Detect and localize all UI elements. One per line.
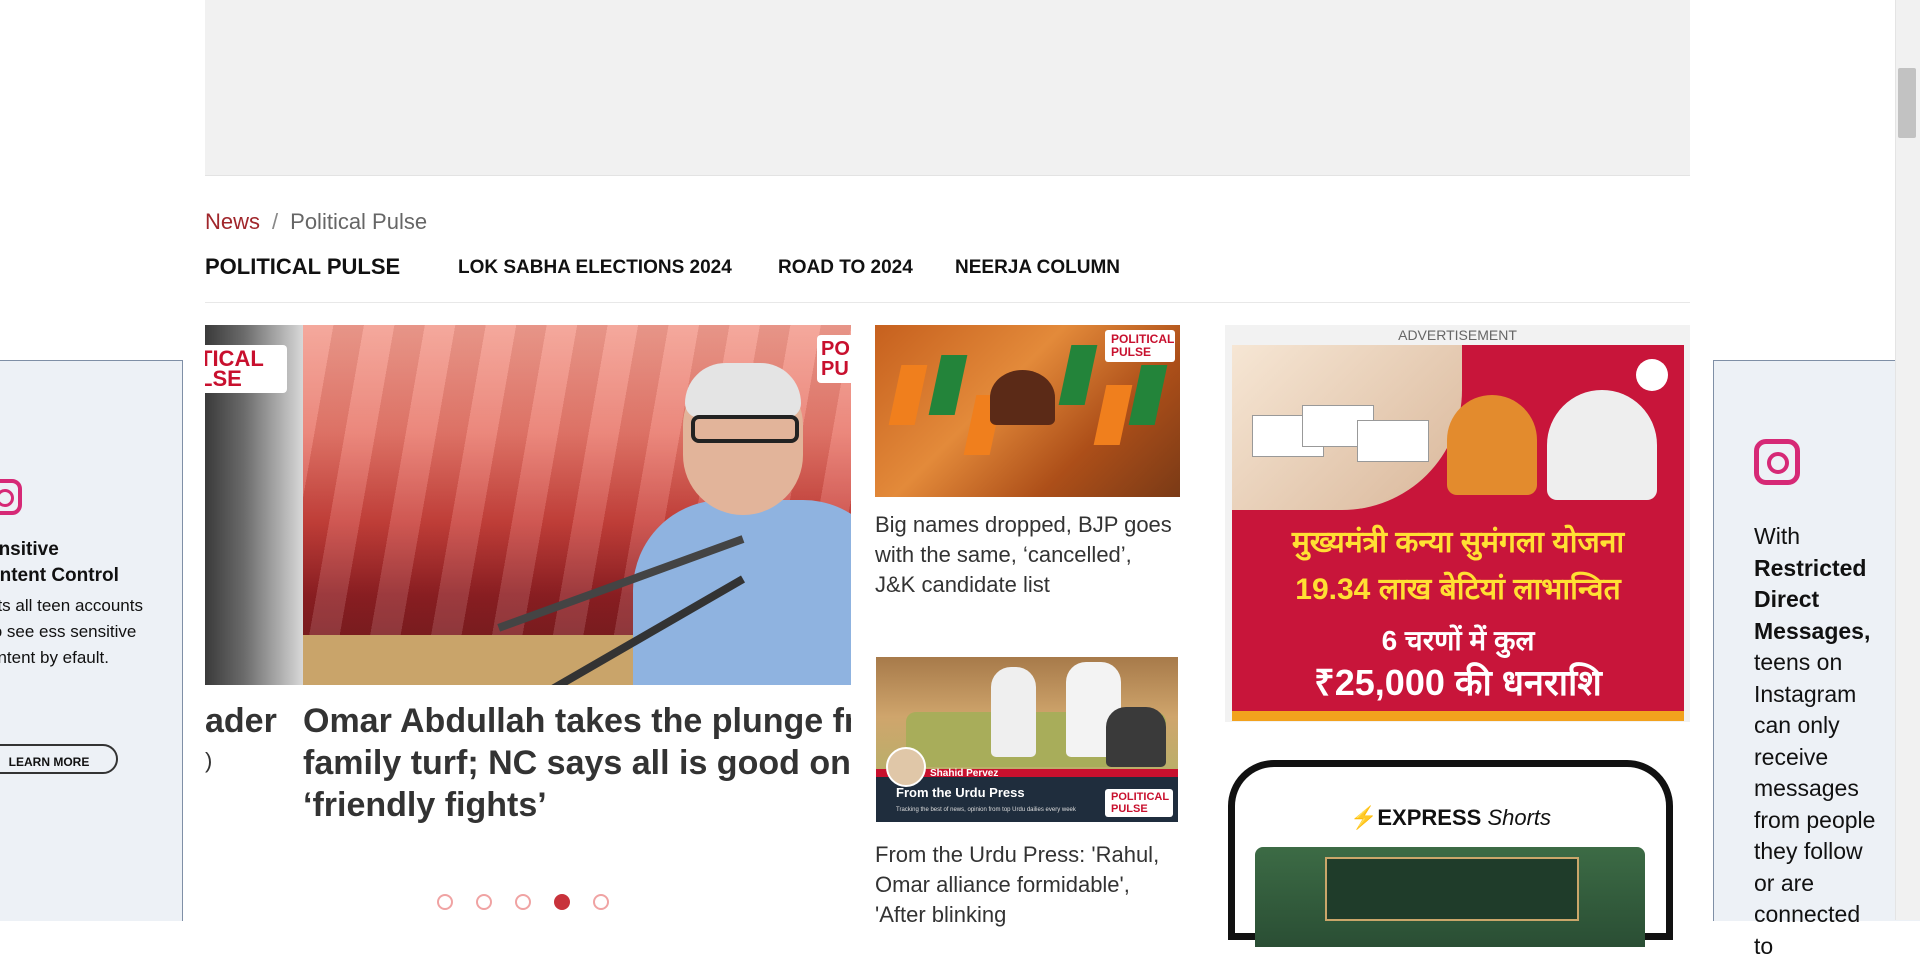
title-line: Omar Abdullah takes the plunge fr	[303, 702, 851, 740]
carousel-dot[interactable]	[476, 894, 492, 910]
side-ad-bold: Restricted Direct Messages,	[1754, 554, 1871, 644]
flag	[1058, 345, 1098, 405]
carousel-dot[interactable]	[554, 894, 570, 910]
carousel-dot[interactable]	[593, 894, 609, 910]
title-line: family turf; NC says all is good on	[303, 744, 851, 782]
political-pulse-watermark: POLITICAL PULSE	[1105, 330, 1175, 362]
side-ad-body: With Restricted Direct Messages, teens o…	[1754, 521, 1884, 962]
bolt-icon: ⚡	[1349, 805, 1378, 830]
side-ad-title-line: ensitive	[0, 539, 59, 560]
top-ad-placeholder	[205, 0, 1690, 176]
top-stories-carousel: TICAL LSE PO PU ader ) Omar Abdullah tak…	[205, 325, 851, 925]
story-title[interactable]: From the Urdu Press: 'Rahul, Omar allian…	[875, 840, 1175, 930]
advertisement-label: ADVERTISEMENT	[1398, 327, 1517, 343]
side-ad-body: ets all teen accounts to see ess sensiti…	[0, 596, 143, 667]
speaker-shirt	[633, 500, 851, 685]
side-ad-title-line: ontent Control	[0, 565, 119, 586]
breadcrumb-separator: /	[272, 209, 279, 234]
ad-text: 6 चरणों में कुल	[1381, 625, 1535, 656]
story-title[interactable]: Big names dropped, BJP goes with the sam…	[875, 510, 1175, 600]
flag	[1128, 365, 1168, 425]
column-title: From the Urdu Press	[896, 785, 1025, 800]
learn-more-button[interactable]: LEARN MORE	[0, 744, 118, 774]
carousel-dot[interactable]	[437, 894, 453, 910]
side-ad-title: ensitive ontent Control	[0, 537, 178, 589]
express-shorts-logo: ⚡EXPRESS Shorts	[1235, 805, 1666, 831]
political-pulse-watermark: TICAL LSE	[205, 345, 287, 393]
ad-subheadline: 19.34 लाख बेटियां लाभान्वित	[1295, 573, 1621, 606]
scrollbar-thumb[interactable]	[1898, 68, 1916, 138]
lotus-symbol	[990, 370, 1055, 425]
breadcrumb-current: Political Pulse	[290, 209, 428, 234]
shorts-video-thumbnail[interactable]	[1255, 847, 1645, 947]
ad-portrait	[1547, 390, 1657, 500]
classroom-board	[1325, 857, 1579, 921]
story-image-bjp-rally[interactable]: POLITICAL PULSE	[875, 325, 1180, 497]
flag	[928, 355, 968, 415]
brand-name: EXPRESS	[1377, 805, 1482, 830]
advertisement-creative[interactable]: मुख्यमंत्री कन्या सुमंगला योजना 19.34 ला…	[1232, 345, 1684, 721]
ad-headline: मुख्यमंत्री कन्या सुमंगला योजना	[1291, 526, 1625, 559]
right-side-instagram-ad[interactable]: With Restricted Direct Messages, teens o…	[1713, 360, 1920, 959]
breadcrumb: News / Political Pulse	[205, 209, 427, 235]
nav-link-lok-sabha-elections-2024[interactable]: LOK SABHA ELECTIONS 2024	[458, 257, 732, 279]
political-pulse-watermark: PO PU	[817, 335, 851, 383]
page-scrollbar[interactable]	[1895, 0, 1920, 920]
carousel-prev-slide-title[interactable]: ader	[205, 700, 295, 742]
ad-amount: ₹25,000 की धनराशि	[1314, 662, 1602, 703]
speaker-glasses	[691, 415, 799, 443]
nav-link-neerja-column[interactable]: NEERJA COLUMN	[955, 257, 1120, 279]
title-line: ‘friendly fights’	[303, 786, 547, 824]
person	[1106, 707, 1166, 767]
left-side-instagram-ad[interactable]: ensitive ontent Control ets all teen acc…	[0, 360, 183, 921]
carousel-prev-slide-subtitle: )	[205, 748, 213, 773]
nav-link-road-to-2024[interactable]: ROAD TO 2024	[778, 257, 913, 279]
side-ad-text: teens on Instagram can only receive mess…	[1754, 649, 1876, 959]
advertisement-box: ADVERTISEMENT मुख्यमंत्री कन्या सुमंगला …	[1225, 325, 1690, 722]
cheque	[1357, 420, 1429, 462]
person	[991, 667, 1036, 757]
carousel-main-slide-image[interactable]: PO PU	[303, 325, 851, 685]
instagram-icon	[1754, 439, 1800, 485]
instagram-icon	[0, 479, 22, 515]
carousel-main-slide-title[interactable]: Omar Abdullah takes the plunge fr family…	[303, 700, 851, 826]
emblem-icon	[1636, 359, 1668, 391]
flag	[1093, 385, 1133, 445]
ad-footer-strip	[1232, 711, 1684, 721]
carousel-dot[interactable]	[515, 894, 531, 910]
section-nav: POLITICAL PULSE LOK SABHA ELECTIONS 2024…	[205, 252, 1690, 303]
columnist-name: Shahid Pervez	[930, 768, 999, 779]
story-image-urdu-press[interactable]: Shahid Pervez From the Urdu Press Tracki…	[876, 657, 1178, 822]
carousel-prev-slide-image[interactable]: TICAL LSE	[205, 325, 303, 685]
section-title[interactable]: POLITICAL PULSE	[205, 254, 400, 280]
ad-portrait	[1447, 395, 1537, 495]
columnist-avatar	[886, 747, 926, 787]
speaker-hair	[685, 363, 801, 418]
flag	[888, 365, 928, 425]
side-ad-intro: With	[1754, 523, 1800, 549]
brand-suffix: Shorts	[1487, 805, 1552, 830]
express-shorts-widget[interactable]: ⚡EXPRESS Shorts	[1228, 760, 1673, 947]
column-subtitle: Tracking the best of news, opinion from …	[896, 807, 1076, 813]
political-pulse-watermark: POLITICAL PULSE	[1105, 789, 1173, 817]
breadcrumb-news-link[interactable]: News	[205, 209, 260, 234]
